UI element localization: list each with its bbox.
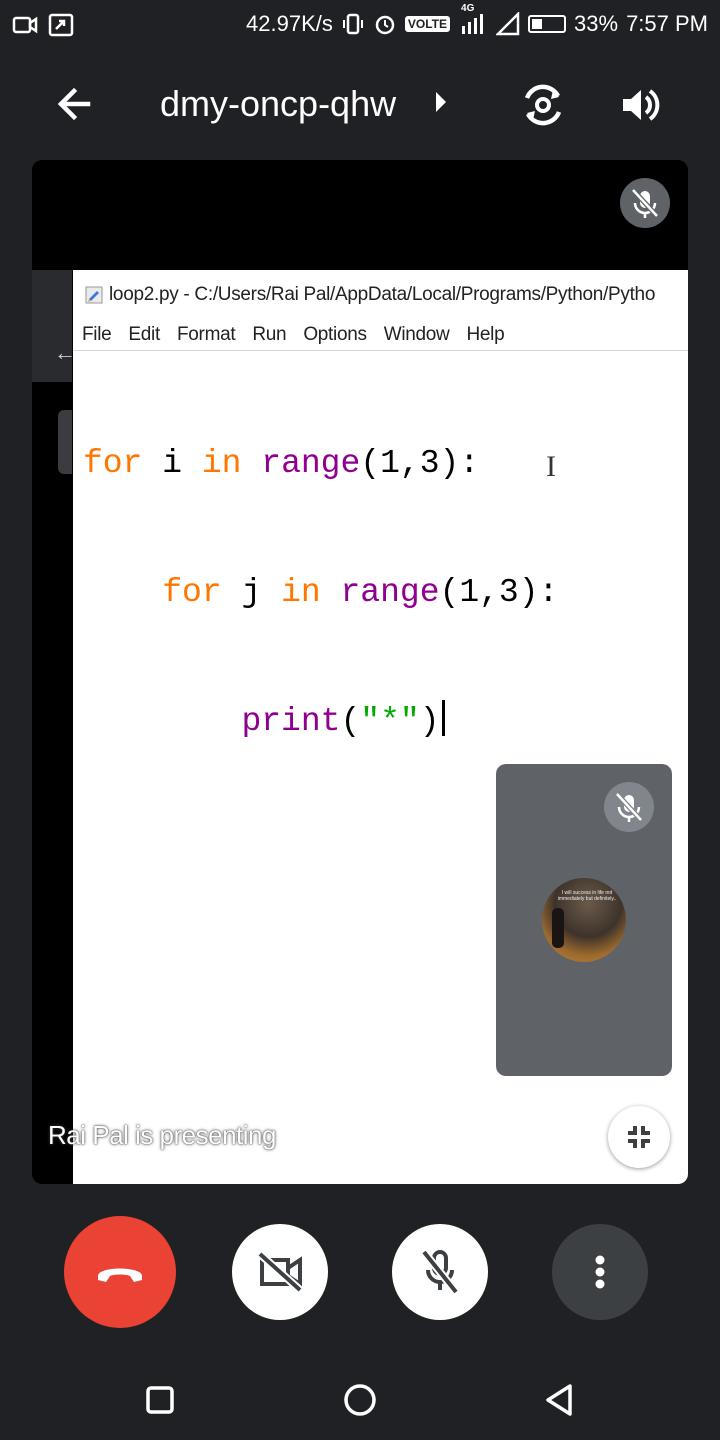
battery-percent: 33% <box>574 11 619 36</box>
presenter-muted-indicator <box>620 178 670 228</box>
phone-hangup-icon <box>98 1268 142 1282</box>
avatar-caption: I will success in life not immediately b… <box>557 890 617 902</box>
switch-camera-icon <box>524 84 562 126</box>
more-options-button[interactable] <box>552 1224 648 1320</box>
presenting-label: Rai Pal is presenting <box>48 1120 276 1150</box>
text-caret <box>441 700 445 736</box>
idle-menu-file[interactable]: File <box>82 320 112 350</box>
args-token: (1,3): <box>439 574 559 611</box>
volume-up-icon <box>623 89 660 121</box>
switch-camera-button[interactable] <box>520 82 566 128</box>
alarm-icon <box>375 15 395 35</box>
mic-off-icon <box>615 792 643 822</box>
args-token: (1,3): <box>360 445 480 482</box>
clock: 7:57 PM <box>626 11 708 36</box>
avatar-figure <box>552 908 564 948</box>
idle-menu-format[interactable]: Format <box>177 320 236 350</box>
builtin-token: range <box>261 445 361 482</box>
more-vert-icon <box>595 1255 605 1289</box>
idle-menu-run[interactable]: Run <box>252 320 286 350</box>
triangle-back-icon <box>546 1384 572 1416</box>
idle-menu-edit[interactable]: Edit <box>128 320 160 350</box>
circle-icon <box>344 1384 376 1416</box>
shared-screen-sidebar: ← <box>32 270 76 382</box>
video-off-icon <box>257 1251 303 1293</box>
meeting-header: dmy-oncp-qhw <box>0 66 720 142</box>
code-line-1: for i in range(1,3): <box>83 442 558 485</box>
idle-title-text: loop2.py - C:/Users/Rai Pal/AppData/Loca… <box>109 284 656 305</box>
status-bar: 42.97K/s VOLTE 4G 33% 7:57 PM <box>0 0 720 50</box>
paren-token: ) <box>419 703 440 740</box>
python-file-icon <box>85 286 103 304</box>
idle-menu-window[interactable]: Window <box>384 320 450 350</box>
builtin-token: range <box>340 574 440 611</box>
presentation-stage[interactable]: ← loop2.py - C:/Users/Rai Pal/AppData/Lo… <box>32 160 688 1184</box>
keyword-token: for <box>162 574 222 611</box>
speaker-button[interactable] <box>616 82 662 128</box>
keyword-token: in <box>201 445 242 482</box>
string-token: "*" <box>360 703 420 740</box>
minimize-button[interactable] <box>608 1106 670 1168</box>
code-editor: for i in range(1,3): for j in range(1,3)… <box>83 356 558 829</box>
camera-toggle-button[interactable] <box>232 1224 328 1320</box>
self-muted-indicator <box>604 782 654 832</box>
fullscreen-exit-icon <box>628 1126 650 1148</box>
camera-notification-icon <box>12 16 38 34</box>
square-icon <box>146 1386 174 1414</box>
vibrate-icon <box>342 13 363 35</box>
caret-right-icon[interactable] <box>436 92 446 112</box>
shared-screen-panel <box>58 410 72 474</box>
paren-token: ( <box>340 703 361 740</box>
signal-outline-icon <box>496 12 520 36</box>
code-line-3: print("*") <box>83 700 558 743</box>
system-nav-bar <box>0 1360 720 1440</box>
call-controls <box>0 1216 720 1328</box>
mic-off-icon <box>631 188 659 218</box>
signal-icon: 4G <box>458 3 488 36</box>
meeting-code[interactable]: dmy-oncp-qhw <box>160 82 396 126</box>
idle-title-bar: loop2.py - C:/Users/Rai Pal/AppData/Loca… <box>85 284 655 306</box>
code-line-2: for j in range(1,3): <box>83 571 558 614</box>
self-view-tile[interactable]: I will success in life not immediately b… <box>496 764 672 1076</box>
ibeam-cursor-icon: I <box>546 450 556 483</box>
end-call-button[interactable] <box>64 1216 176 1328</box>
home-button[interactable] <box>340 1380 380 1420</box>
variable-token: i <box>142 445 202 482</box>
back-button[interactable] <box>52 82 96 126</box>
idle-menu-options[interactable]: Options <box>303 320 367 350</box>
mic-toggle-button[interactable] <box>392 1224 488 1320</box>
idle-menu-bar: File Edit Format Run Options Window Help <box>73 320 688 351</box>
variable-token: j <box>221 574 282 611</box>
keyword-token: in <box>281 574 321 611</box>
idle-menu-help[interactable]: Help <box>466 320 504 350</box>
back-nav-button[interactable] <box>540 1380 580 1420</box>
battery-icon <box>528 15 567 33</box>
volte-badge: VOLTE <box>404 16 451 32</box>
mic-off-icon <box>420 1249 460 1295</box>
avatar: I will success in life not immediately b… <box>542 878 626 962</box>
arrow-left-icon <box>57 87 91 121</box>
builtin-token: print <box>241 703 341 740</box>
recents-button[interactable] <box>140 1380 180 1420</box>
net-speed: 42.97K/s <box>246 11 333 36</box>
keyword-token: for <box>83 445 143 482</box>
screenshot-notification-icon <box>48 13 74 37</box>
